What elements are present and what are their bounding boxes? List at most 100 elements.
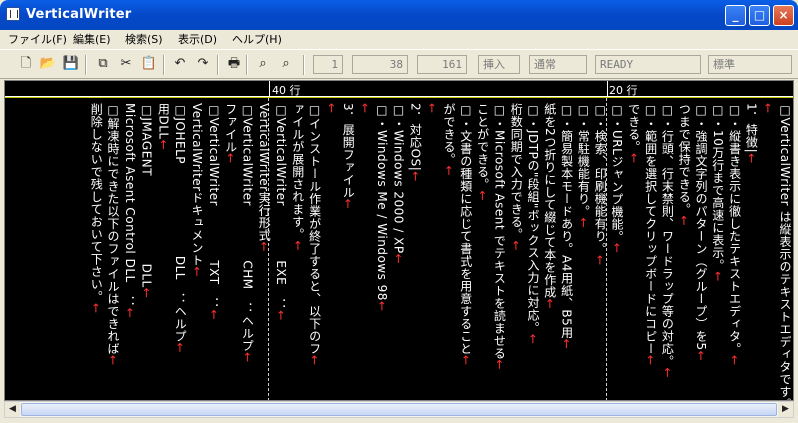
paste-icon[interactable]: 📋 (140, 55, 158, 73)
ruler: 40 行 20 行 (5, 81, 793, 98)
scroll-right-arrow-icon[interactable]: ▶ (778, 402, 793, 417)
toolbar-separator (246, 55, 248, 75)
text-column: 用DLL← (155, 103, 171, 150)
return-mark-icon: ← (408, 171, 423, 182)
column-text: □・強調文字列のパターン（グループ）を5 (694, 103, 708, 351)
undo-icon[interactable]: ↶ (171, 55, 189, 73)
column-text: □・文書の種類に応じて書式を用意すること (458, 103, 473, 355)
return-mark-icon: ← (122, 307, 137, 319)
status-field: READY (595, 55, 701, 74)
text-column: 紙を2つ折りにして綴じて本を作成← (542, 103, 558, 309)
text-column: ← (424, 103, 440, 114)
column-text: □・行頭、行末禁則、ワードラップ等の対応。 (660, 103, 675, 368)
toolbar-separator (85, 55, 87, 75)
text-column: VerticalWriterドキュメント← (189, 103, 205, 277)
text-column: ← (760, 103, 776, 114)
return-mark-icon: ← (559, 338, 574, 350)
column-text: 桁数同期で入力できる。 (509, 103, 524, 241)
column-text: □・縦書き表示に徹したテキストエディタ。 (727, 103, 742, 355)
find-icon[interactable]: ⌕ (254, 55, 272, 73)
toolbar-separator (217, 55, 219, 75)
column-text: 1．特徴| (744, 103, 759, 154)
return-mark-icon: ← (492, 359, 507, 370)
column-text: □・URLジャンプ機能。 (610, 103, 624, 243)
return-mark-icon: ← (643, 355, 658, 366)
column-text: できる。 (626, 103, 641, 153)
column-text: VerticalWriter実行形式 (257, 103, 272, 242)
column-text: □解凍時にできた以下のファイルはできれば (106, 103, 120, 355)
save-icon[interactable]: 💾 (62, 55, 80, 73)
text-column: □JOHELP DLL ：ヘルプ← (172, 103, 188, 353)
return-mark-icon: ← (257, 241, 272, 253)
menu-search[interactable]: 検索(S) (125, 31, 163, 47)
column-text: □VerticalWriter CHM ：ヘルプ (240, 103, 255, 353)
column-text: □・常駐機能有り。 (576, 103, 591, 218)
open-folder-icon[interactable]: 📂 (39, 55, 57, 73)
return-mark-icon: ← (274, 310, 288, 321)
column-text: □・Windows Me / Windows 98 (374, 103, 389, 301)
column-text: □JOHELP DLL ：ヘルプ (173, 103, 188, 343)
close-button[interactable]: × (773, 5, 794, 26)
return-mark-icon: ← (593, 255, 608, 266)
text-column: □・簡易製本モードあり。A4用紙、B5用← (559, 103, 575, 349)
menu-bar: ファイル(F) 編集(E) 検索(S) 表示(D) ヘルプ(H) (0, 30, 798, 47)
text-column: ← (323, 103, 339, 114)
text-column: □・文書の種類に応じて書式を用意すること← (458, 103, 474, 366)
new-file-icon[interactable]: 🗋 (17, 55, 35, 73)
return-mark-icon: ← (391, 253, 406, 265)
minimize-button[interactable]: _ (725, 5, 746, 26)
app-icon[interactable] (6, 7, 20, 21)
return-mark-icon: ← (425, 103, 440, 114)
return-mark-icon: ← (626, 153, 641, 164)
horizontal-scrollbar[interactable]: ◀ ▶ (4, 401, 794, 418)
vertical-text-editor[interactable]: 40 行 20 行 □VerticalWriter は縦表示のテキストエディタで… (4, 80, 794, 401)
text-column: □・強調文字列のパターン（グループ）を5← (693, 103, 709, 361)
text-column: 桁数同期で入力できる。← (508, 103, 524, 251)
copy-icon[interactable]: ⧉ (94, 55, 112, 73)
column-text: □VerticalWriter は縦表示のテキストエディタです。 (778, 103, 792, 401)
column-text: ことができる。 (475, 103, 490, 191)
return-mark-icon: ← (223, 153, 238, 164)
mode-field: 通常 (529, 55, 587, 74)
column-text: □インストール作業が終了すると、以下のフ (307, 103, 322, 355)
column-text: □JMAGENT DLL (139, 103, 154, 288)
cut-icon[interactable]: ✂ (117, 55, 135, 73)
return-mark-icon: ← (106, 355, 120, 366)
return-mark-icon: ← (576, 217, 591, 229)
return-mark-icon: ← (442, 165, 456, 177)
return-mark-icon: ← (139, 287, 154, 299)
text-column: □VerticalWriter CHM ：ヘルプ← (239, 103, 255, 363)
column-text: □・JDTPの"段組"ボックス入力に対応。 (526, 103, 540, 334)
maximize-button[interactable]: □ (749, 5, 770, 26)
scroll-thumb[interactable] (21, 403, 777, 416)
line-field: 1 (313, 55, 343, 74)
menu-file[interactable]: ファイル(F) (8, 31, 67, 47)
column-text: □VerticalWriter TXT ： (206, 103, 221, 310)
return-mark-icon: ← (89, 303, 104, 314)
return-mark-icon: ← (526, 333, 540, 345)
text-column: □・Microsoft Asent でテキストを読ませる← (491, 103, 507, 370)
column-text: □・Microsoft Asent でテキストを読ませる (492, 103, 507, 360)
scroll-left-arrow-icon[interactable]: ◀ (5, 402, 20, 417)
text-column: ができる。← (441, 103, 457, 176)
return-mark-icon: ← (660, 367, 675, 379)
menu-view[interactable]: 表示(D) (178, 31, 217, 47)
text-baseline (5, 97, 793, 98)
return-mark-icon: ← (374, 300, 389, 312)
column-text: ができる。 (442, 103, 456, 166)
menu-edit[interactable]: 編集(E) (73, 31, 111, 47)
menu-help[interactable]: ヘルプ(H) (232, 31, 282, 47)
text-column: □・検索、印刷機能有り。← (592, 103, 608, 266)
text-column: ァイルが展開されます。← (290, 103, 306, 251)
text-column: できる。← (626, 103, 642, 164)
text-column: □・常駐機能有り。← (575, 103, 591, 228)
print-icon[interactable]: 🖶 (225, 55, 243, 73)
text-column: □・Windows 2000 / XP← (391, 103, 407, 264)
text-column: Microsoft Asent Control DLL ：← (122, 103, 138, 318)
text-column: 1．特徴|← (743, 103, 759, 164)
return-mark-icon: ← (475, 190, 490, 202)
title-bar[interactable]: VerticalWriter _ □ × (0, 0, 798, 30)
redo-icon[interactable]: ↷ (194, 55, 212, 73)
find-next-icon[interactable]: ⌕ (277, 55, 295, 73)
text-column: □JMAGENT DLL← (139, 103, 155, 298)
